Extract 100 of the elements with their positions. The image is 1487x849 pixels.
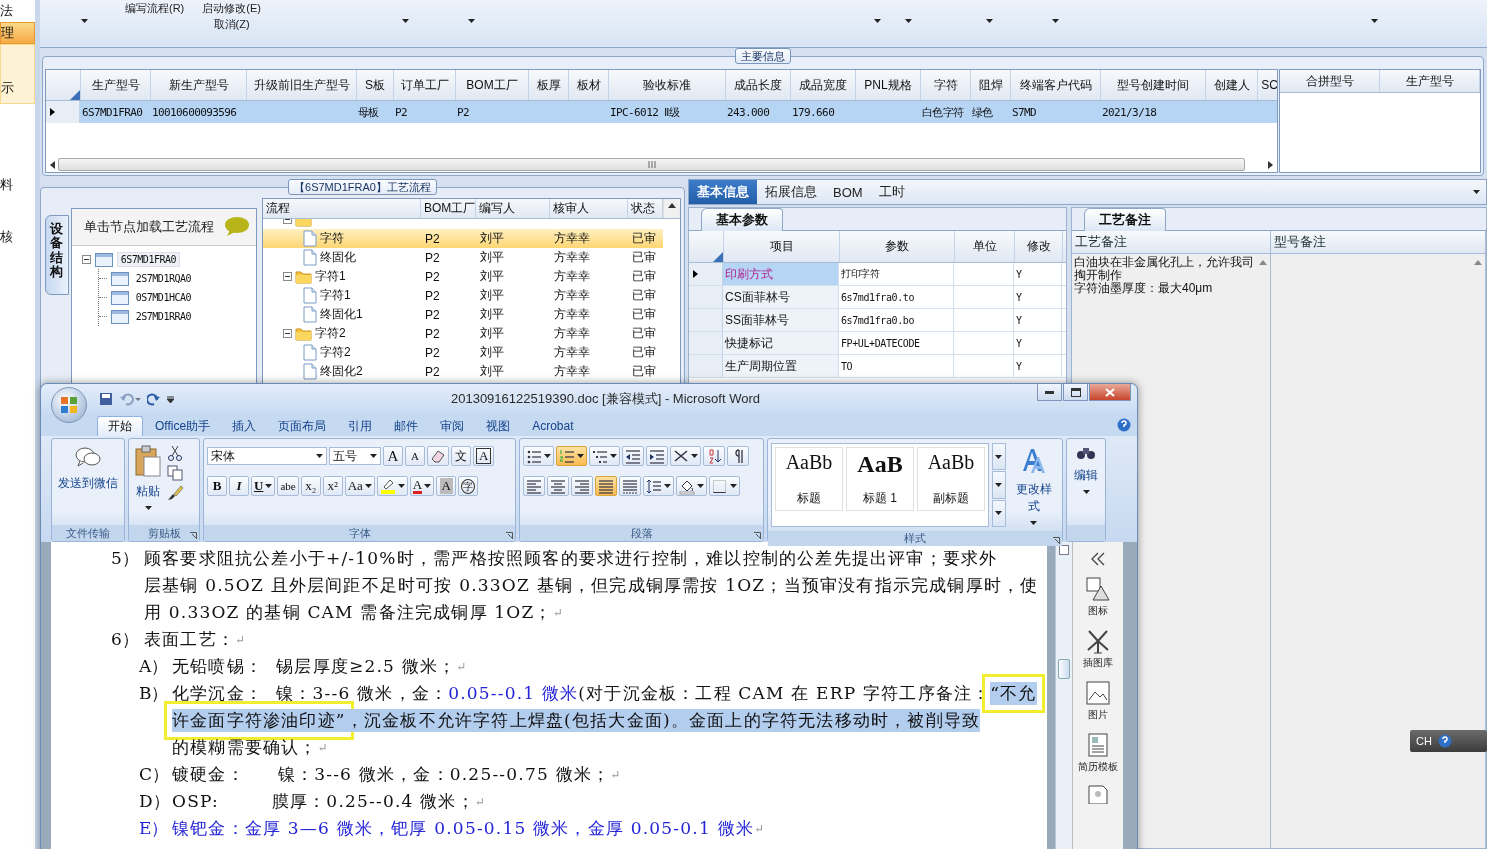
process-row[interactable]: 终固化2 P2 刘平 方幸幸 已审	[263, 362, 680, 381]
format-button[interactable]: B	[207, 476, 227, 496]
send-to-wechat-button[interactable]: 发送到微信	[56, 443, 120, 521]
caret-icon[interactable]	[610, 454, 617, 458]
paste-button[interactable]: 粘贴	[132, 443, 164, 521]
column-header[interactable]: 订单工厂	[394, 70, 456, 100]
format-button[interactable]: A	[409, 476, 435, 496]
process-row[interactable]: 终固化1 P2 刘平 方幸幸 已审	[263, 305, 680, 324]
column-header[interactable]: 成品长度	[726, 70, 791, 100]
table-row[interactable]: SS面菲林号 6s7md1fra0.bo Y	[689, 309, 1066, 332]
column-header[interactable]: 阻焊	[971, 70, 1011, 100]
redo-icon[interactable]	[147, 392, 161, 406]
caret-icon[interactable]	[364, 484, 372, 488]
column-header[interactable]: BOM工厂	[421, 199, 476, 218]
format-button[interactable]: Aa	[344, 476, 375, 496]
change-styles-button[interactable]: 更改样式	[1008, 443, 1059, 527]
paragraph-button[interactable]	[556, 446, 587, 466]
ribbon-tab[interactable]: Acrobat	[522, 416, 584, 436]
dialog-launcher-icon[interactable]	[754, 532, 761, 539]
tree-node[interactable]: 2S7MD1RQA0	[132, 272, 194, 285]
language-label[interactable]: CH	[1416, 735, 1432, 747]
caret-icon[interactable]	[424, 484, 432, 488]
dropdown-caret-icon[interactable]	[905, 19, 912, 23]
style-item[interactable]: AaB 标题 1	[846, 447, 914, 511]
tab[interactable]: 拓展信息	[757, 180, 825, 204]
column-header[interactable]: 升级前旧生产型号	[247, 70, 357, 100]
dropdown-caret-icon[interactable]	[81, 19, 88, 23]
paragraph-button[interactable]	[727, 446, 749, 466]
caret-icon[interactable]	[316, 454, 323, 458]
close-button[interactable]	[1089, 384, 1131, 401]
column-header[interactable]: 合拼型号	[1280, 70, 1380, 92]
column-header[interactable]: 验收标准	[609, 70, 726, 100]
paragraph-button[interactable]	[676, 476, 707, 496]
ribbon-tab[interactable]: 插入	[222, 416, 267, 436]
column-header[interactable]: 编写人	[476, 199, 550, 218]
format-button[interactable]: x₂	[300, 476, 321, 496]
save-icon[interactable]	[99, 392, 113, 406]
column-header[interactable]: 单位	[955, 231, 1015, 262]
scroll-left-icon[interactable]	[50, 160, 55, 169]
tab[interactable]: 工艺备注	[1084, 208, 1166, 231]
font-name-field[interactable]: 宋体	[207, 447, 327, 465]
dropdown-caret-icon[interactable]	[402, 19, 409, 23]
scroll-up-icon[interactable]	[667, 203, 676, 208]
style-item[interactable]: AaBb 副标题	[917, 447, 985, 511]
vertical-scrollbar[interactable]	[1055, 542, 1072, 849]
caret-icon[interactable]	[995, 511, 1003, 516]
process-note[interactable]: 白油块在非金属化孔上，允许我司掏开制作 字符油墨厚度：最大40μm	[1072, 254, 1256, 297]
sidebar-item[interactable]: 料	[0, 174, 35, 196]
dropdown-caret-icon[interactable]	[1371, 19, 1378, 23]
dropdown-caret-icon[interactable]	[1052, 19, 1059, 23]
column-header[interactable]: 修改	[1015, 231, 1063, 262]
dialog-launcher-icon[interactable]	[1053, 537, 1060, 544]
ribbon-tab[interactable]: 邮件	[384, 416, 429, 436]
minimize-button[interactable]	[1037, 384, 1062, 401]
ribbon-tab[interactable]: 页面布局	[268, 416, 337, 436]
process-row[interactable]: 字符 P2 刘平 方幸幸 已审	[263, 229, 680, 248]
column-header[interactable]: 字符	[921, 70, 971, 100]
column-header[interactable]: 新生产型号	[151, 70, 247, 100]
table-row[interactable]: 6S7MD1FRA0 10010600093596 母板 P2 P2 IPC-6012 Ⅱ级 243.000 179.660 白色字符 绿色 S7MD 2021/3/18	[46, 101, 1277, 123]
paragraph-button[interactable]	[670, 446, 701, 466]
format-button[interactable]: A	[383, 446, 403, 466]
caret-icon[interactable]	[1082, 490, 1090, 494]
column-header[interactable]: 成品宽度	[791, 70, 856, 100]
tree-node[interactable]: 0S7MD1HCA0	[132, 291, 194, 304]
tab[interactable]: 工时	[870, 180, 913, 204]
ribbon-tab[interactable]: 视图	[476, 416, 521, 436]
format-button[interactable]: U	[251, 476, 276, 496]
ribbon-tab[interactable]: 开始	[97, 416, 143, 436]
table-row[interactable]: 印刷方式 打印字符 Y	[689, 263, 1066, 286]
ribbon-tab[interactable]: 引用	[338, 416, 383, 436]
collapse-icon[interactable]	[283, 329, 292, 338]
dropdown-caret-icon[interactable]	[986, 19, 993, 23]
caret-icon[interactable]	[577, 454, 584, 458]
editing-button[interactable]: 编辑	[1072, 443, 1100, 521]
sidebar-item[interactable]: 核	[0, 226, 35, 248]
sidebar-item[interactable]: 理	[0, 22, 35, 44]
column-header[interactable]: 终端客户代码	[1011, 70, 1101, 100]
column-header[interactable]: 生产型号	[1380, 70, 1480, 92]
collapse-chevron-icon[interactable]	[1090, 552, 1106, 566]
format-button[interactable]: x²	[322, 476, 343, 496]
tab[interactable]: 基本信息	[689, 180, 757, 204]
column-header[interactable]: S板	[357, 70, 394, 100]
column-header[interactable]: 项目	[724, 231, 840, 262]
help-icon[interactable]	[1117, 418, 1131, 432]
column-header[interactable]: PNL规格	[856, 70, 921, 100]
table-row[interactable]: 快捷标记 FP+UL+DATECODE Y	[689, 332, 1066, 355]
start-edit-button[interactable]: 启动修改(E)	[202, 1, 261, 15]
collapse-icon[interactable]	[283, 272, 292, 281]
caret-icon[interactable]	[697, 484, 704, 488]
column-header[interactable]: 型号创建时间	[1101, 70, 1206, 100]
format-button[interactable]	[427, 446, 449, 466]
pane-item[interactable]: 简历模板	[1078, 732, 1118, 774]
format-button[interactable]	[376, 476, 408, 496]
copy-icon[interactable]	[167, 465, 183, 481]
dialog-launcher-icon[interactable]	[190, 532, 197, 539]
paragraph-button[interactable]	[523, 446, 554, 466]
pane-item[interactable]	[1085, 784, 1111, 804]
customize-caret-icon[interactable]	[167, 395, 174, 403]
caret-icon[interactable]	[995, 454, 1003, 459]
caret-icon[interactable]	[370, 454, 377, 458]
